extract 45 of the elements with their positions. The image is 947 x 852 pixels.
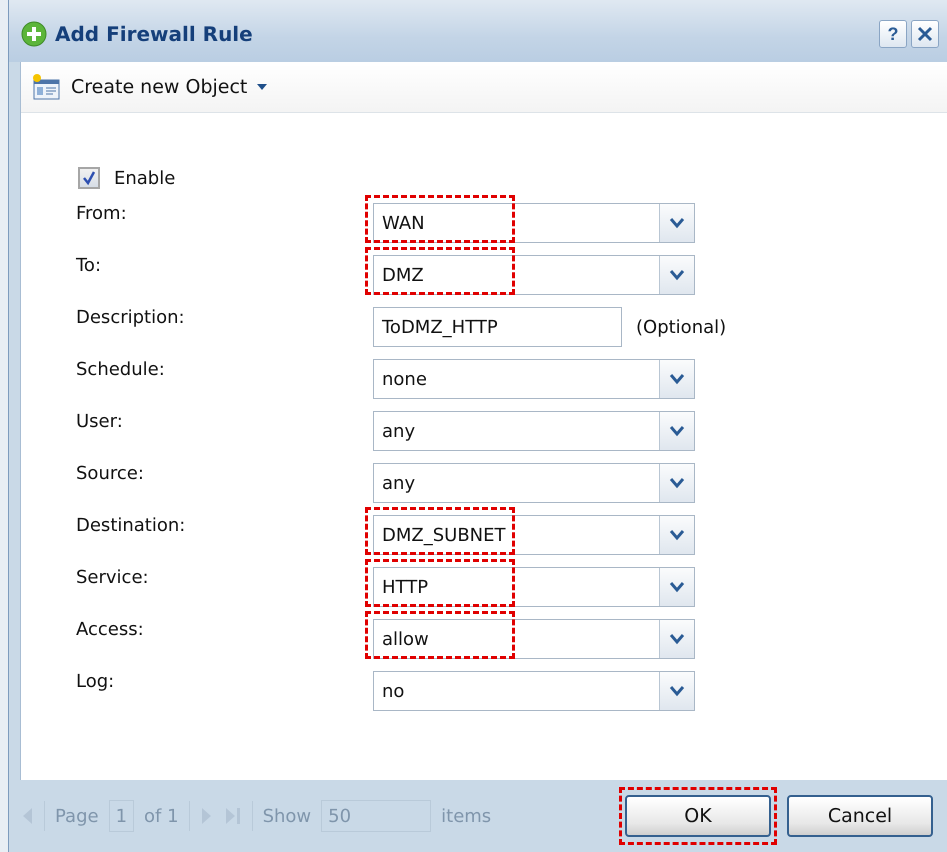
dropdown-caret-icon[interactable]	[659, 516, 694, 554]
dropdown-field[interactable]: no	[373, 671, 695, 711]
dropdown-field[interactable]: WAN	[373, 203, 695, 243]
dropdown-field[interactable]: allow	[373, 619, 695, 659]
field-label: Service:	[76, 566, 150, 588]
dialog-title: Add Firewall Rule	[55, 22, 253, 46]
dropdown-field[interactable]: DMZ	[373, 255, 695, 295]
field-label: Access:	[76, 618, 145, 640]
enable-checkbox[interactable]	[78, 167, 100, 189]
dropdown-field[interactable]: HTTP	[373, 567, 695, 607]
dropdown-field[interactable]: any	[373, 411, 695, 451]
enable-label: Enable	[114, 168, 176, 188]
field-label: Schedule:	[76, 358, 166, 380]
field-label: Source:	[76, 462, 145, 484]
create-object-menu[interactable]: Create new Object	[31, 73, 268, 101]
dropdown-caret-icon[interactable]	[659, 568, 694, 606]
field-label: To:	[76, 254, 102, 276]
caret-icon	[257, 84, 268, 90]
field-label: Log:	[76, 670, 116, 692]
text-field[interactable]: ToDMZ_HTTP	[373, 307, 622, 347]
field-label: From:	[76, 202, 128, 224]
dropdown-caret-icon[interactable]	[659, 464, 694, 502]
dropdown-field[interactable]: DMZ_SUBNET	[373, 515, 695, 555]
help-button[interactable]: ?	[879, 20, 907, 48]
dropdown-caret-icon[interactable]	[659, 620, 694, 658]
object-window-icon	[31, 73, 61, 101]
dropdown-caret-icon[interactable]	[659, 412, 694, 450]
field-label: Destination:	[76, 514, 186, 536]
page-count: of 1	[144, 806, 179, 826]
page-label: Page	[55, 806, 99, 826]
dropdown-field[interactable]: any	[373, 463, 695, 503]
items-label: items	[441, 806, 492, 826]
field-label: Description:	[76, 306, 186, 328]
dropdown-caret-icon[interactable]	[659, 360, 694, 398]
field-label: User:	[76, 410, 124, 432]
dropdown-field[interactable]: none	[373, 359, 695, 399]
optional-note: (Optional)	[636, 316, 726, 338]
dropdown-caret-icon[interactable]	[659, 204, 694, 242]
dropdown-caret-icon[interactable]	[659, 256, 694, 294]
close-icon[interactable]	[911, 20, 939, 48]
show-label: Show	[262, 806, 312, 826]
add-icon	[21, 21, 47, 47]
dropdown-caret-icon[interactable]	[659, 672, 694, 710]
dialog-button[interactable]: Cancel	[787, 795, 933, 837]
dialog-button[interactable]: OK	[625, 795, 771, 837]
